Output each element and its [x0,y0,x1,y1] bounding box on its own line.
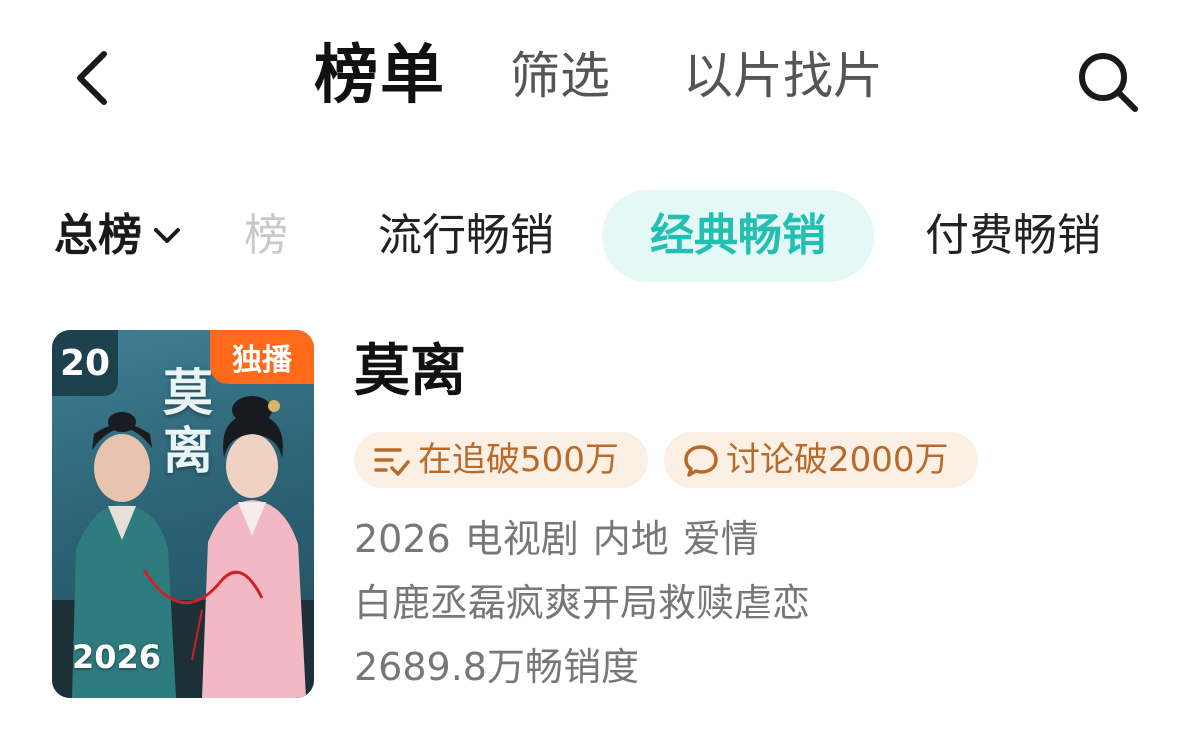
item-meta: 2026 电视剧 内地 爱情 [354,514,759,564]
tab-find-similar[interactable]: 以片找片 [683,44,883,108]
ranking-page: 榜单 筛选 以片找片 总榜 榜 流行畅销 经典畅销 付费畅销 莫离 20 独播 … [0,0,1200,736]
rank-badge: 20 [52,330,118,396]
item-title[interactable]: 莫离 [354,336,466,408]
category-tab-popular[interactable]: 流行畅销 [378,206,554,266]
search-icon [1079,53,1138,112]
item-genre-category: 爱情 [682,517,759,561]
discussion-count-chip: 讨论破2000万 [664,432,978,488]
follow-count-chip: 在追破500万 [354,432,648,488]
poster-year: 2026 [72,638,162,676]
category-tab-classic-label: 经典畅销 [650,210,826,261]
page-title: 榜单 [314,39,446,113]
category-tab-paid[interactable]: 付费畅销 [925,206,1101,266]
item-genre-region: 内地 [592,517,669,561]
exclusive-badge: 独播 [210,330,314,384]
follow-count-text: 在追破500万 [418,440,619,480]
category-tab-partial[interactable]: 榜 [244,206,288,266]
back-button[interactable] [62,44,122,112]
poster-title: 莫离 [163,363,213,480]
rank-number: 20 [59,342,111,384]
discussion-count-text: 讨论破2000万 [726,440,949,480]
category-tab-classic[interactable]: 经典畅销 [602,190,874,282]
poster-image[interactable]: 莫离 20 独播 2026 [52,330,314,698]
chevron-left-icon [77,51,107,105]
follow-list-icon [372,442,412,478]
exclusive-badge-label: 独播 [232,343,292,378]
search-button[interactable] [1072,46,1144,118]
ranking-type-label: 总榜 [54,210,142,261]
item-sales: 2689.8万畅销度 [354,645,639,689]
item-year: 2026 [354,517,451,561]
chevron-down-icon [152,226,182,246]
item-genre-type: 电视剧 [464,517,579,561]
ranking-type-dropdown[interactable]: 总榜 [54,206,182,266]
comment-bubble-icon [682,442,720,478]
tab-filter[interactable]: 筛选 [510,44,610,108]
item-description: 白鹿丞磊疯爽开局救赎虐恋 [354,581,811,625]
